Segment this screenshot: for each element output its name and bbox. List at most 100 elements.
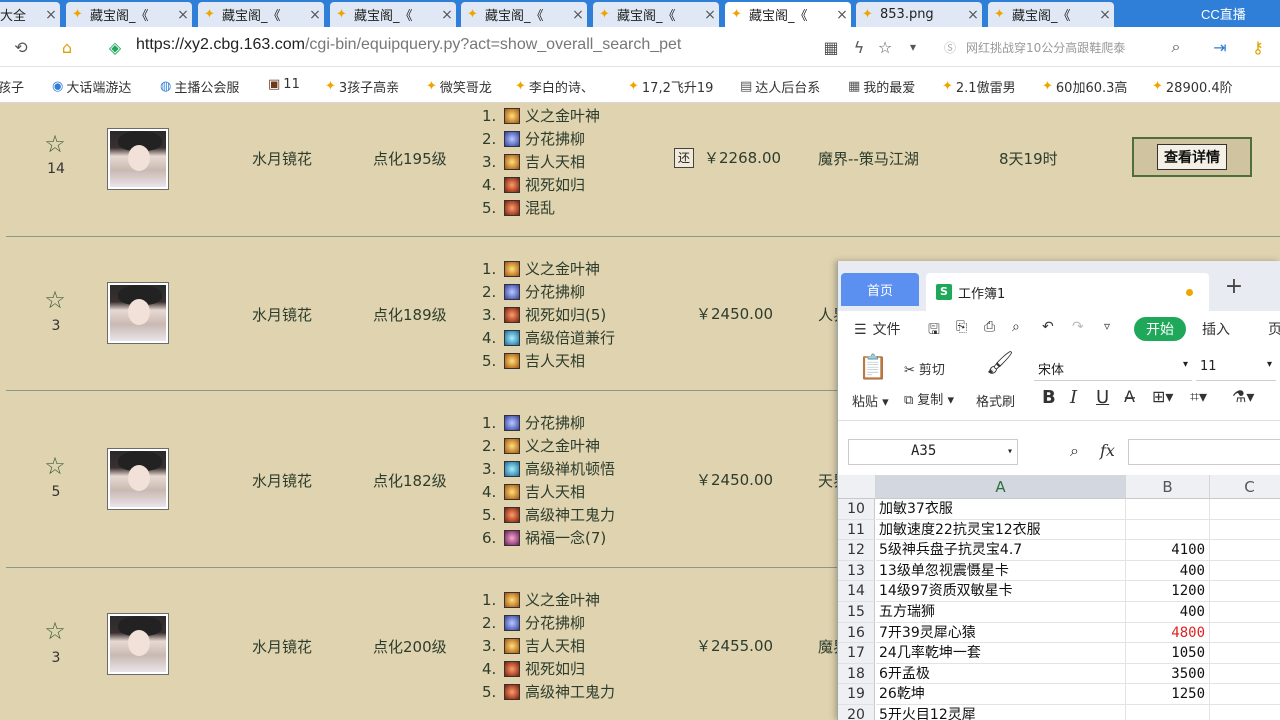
name-box[interactable]: A35 ▾ (848, 439, 1018, 465)
fx-icon[interactable]: fx (1100, 441, 1115, 460)
row-header[interactable]: 14 (838, 581, 875, 602)
strikethrough-icon[interactable]: A̶ (1124, 387, 1135, 406)
pet-avatar[interactable] (107, 448, 169, 510)
pet-avatar[interactable] (107, 128, 169, 190)
star-icon[interactable]: ☆ (874, 35, 896, 59)
font-family-select[interactable]: 宋体 ▾ (1034, 355, 1192, 381)
pet-avatar[interactable] (107, 613, 169, 675)
bookmark-item[interactable]: ▦ 我的最爱 (848, 77, 915, 96)
cell-b[interactable]: 400 (1126, 602, 1210, 623)
browser-tab[interactable]: ✦ 藏宝阁_《 × (593, 2, 719, 27)
paste-button[interactable]: 粘贴 ▾ (852, 391, 889, 410)
cell-c[interactable] (1210, 561, 1280, 582)
cell-c[interactable] (1210, 520, 1280, 541)
row-header[interactable]: 16 (838, 622, 875, 644)
format-painter-icon[interactable]: 🖌 (986, 351, 1014, 376)
row-header[interactable]: 18 (838, 663, 875, 685)
underline-button[interactable]: U (1096, 387, 1109, 408)
cell-a[interactable]: 14级97资质双敏星卡 (876, 581, 1126, 602)
close-icon[interactable]: × (964, 7, 982, 23)
tab-start[interactable]: 开始 (1134, 317, 1186, 341)
favorite-star-icon[interactable]: ☆ (42, 131, 68, 157)
cell-b[interactable] (1126, 499, 1210, 520)
save-icon[interactable]: 🖫 (928, 319, 940, 343)
tab-home[interactable]: 首页 (841, 273, 919, 306)
undo-icon[interactable]: ↶ (1042, 319, 1054, 335)
row-header[interactable]: 10 (838, 499, 875, 520)
cell-a[interactable]: 6开孟极 (876, 663, 1126, 685)
close-icon[interactable]: × (42, 7, 60, 23)
row-header[interactable]: 15 (838, 602, 875, 623)
browser-tab[interactable]: 大全 × (0, 2, 60, 27)
close-icon[interactable]: × (174, 7, 192, 23)
browser-tab[interactable]: ✦ 藏宝阁_《 × (988, 2, 1114, 27)
bookmark-item[interactable]: ✦ 60加60.3高 (1042, 77, 1127, 96)
bookmark-item[interactable]: ◉ 大话端游达 (52, 77, 131, 96)
close-icon[interactable]: × (569, 7, 587, 23)
column-header-a[interactable]: A (876, 475, 1126, 499)
tab-insert[interactable]: 插入 (1202, 319, 1230, 339)
browser-tab[interactable]: ✦ 藏宝阁_《 × (461, 2, 587, 27)
cell-a[interactable]: 7开39灵犀心猿 (876, 622, 1126, 644)
home-icon[interactable]: ⌂ (54, 35, 80, 59)
cell-c[interactable] (1210, 499, 1280, 520)
cell-c[interactable] (1210, 623, 1280, 644)
cell-a[interactable]: 五方瑞狮 (876, 602, 1126, 623)
bookmark-item[interactable]: ▤ 达人后台系 (740, 77, 820, 96)
cell-a[interactable]: 加敏37衣服 (876, 499, 1126, 520)
italic-button[interactable]: I (1070, 387, 1077, 408)
redo-icon[interactable]: ↷ (1072, 319, 1084, 335)
select-all-corner[interactable] (838, 475, 876, 499)
url-field[interactable]: https://xy2.cbg.163.com/cgi-bin/equipque… (136, 36, 681, 54)
cell-b[interactable]: 400 (1126, 560, 1210, 582)
bookmark-item[interactable]: ✦ 李白的诗、 (515, 77, 594, 96)
close-icon[interactable]: × (438, 7, 456, 23)
bookmark-item[interactable]: ✦ 28900.4阶 (1152, 77, 1233, 96)
favorite-star-icon[interactable]: ☆ (42, 453, 68, 479)
cell-a[interactable]: 13级单忽视震慑星卡 (876, 560, 1126, 582)
close-icon[interactable]: × (833, 7, 851, 23)
bookmark-item[interactable]: ✦ 微笑哥龙 (426, 77, 492, 96)
favorite-star-icon[interactable]: ☆ (42, 287, 68, 313)
cell-c[interactable] (1210, 705, 1280, 720)
flash-icon[interactable]: ϟ (848, 35, 870, 59)
cell-c[interactable] (1210, 664, 1280, 685)
search-field[interactable]: Ⓢ 网红挑战穿10公分高跟鞋爬泰 (944, 33, 1192, 61)
key-icon[interactable]: ⚷ (1246, 35, 1270, 59)
login-icon[interactable]: ⇥ (1208, 35, 1232, 59)
close-icon[interactable]: × (306, 7, 324, 23)
tab-page[interactable]: 页 (1268, 319, 1280, 339)
browser-tab[interactable]: ✦ 藏宝阁_《 × (330, 2, 456, 27)
cell-c[interactable] (1210, 540, 1280, 561)
export-icon[interactable]: ⎘ (956, 319, 967, 335)
bookmark-item[interactable]: ✦ 17,2飞升19 (628, 77, 713, 96)
cell-c[interactable] (1210, 643, 1280, 664)
cell-b[interactable]: 3500 (1126, 663, 1210, 685)
bookmark-item[interactable]: 孩子 (0, 77, 24, 96)
bookmark-item[interactable]: ✦ 3孩子高亲 (325, 77, 399, 96)
bookmark-item[interactable]: ✦ 2.1傲雷男 (942, 77, 1016, 96)
formula-input[interactable] (1128, 439, 1280, 465)
close-icon[interactable]: × (701, 7, 719, 23)
chevron-down-icon[interactable]: ▾ (902, 35, 924, 59)
cell-b[interactable] (1126, 705, 1210, 720)
cell-b[interactable]: 1050 (1126, 643, 1210, 664)
browser-tab-active[interactable]: ✦ 藏宝阁_《 × (725, 2, 851, 27)
zoom-icon[interactable]: ⌕ (1070, 441, 1079, 461)
cell-c[interactable] (1210, 581, 1280, 602)
cell-a[interactable]: 加敏速度22抗灵宝12衣服 (876, 519, 1126, 541)
cell-a[interactable]: 24几率乾坤一套 (876, 643, 1126, 664)
cell-b[interactable]: 1250 (1126, 684, 1210, 705)
cell-c[interactable] (1210, 602, 1280, 623)
close-icon[interactable]: × (1096, 7, 1114, 23)
chevron-down-icon[interactable]: ▿ (1104, 319, 1110, 333)
grid-icon[interactable]: ▦ (820, 35, 842, 59)
bookmark-item[interactable]: ▣ 11 (268, 77, 300, 92)
bold-button[interactable]: B (1042, 387, 1056, 408)
favorite-star-icon[interactable]: ☆ (42, 618, 68, 644)
cell-b[interactable] (1126, 519, 1210, 541)
pet-avatar[interactable] (107, 282, 169, 344)
cell-b[interactable]: 4800 (1126, 622, 1210, 644)
new-tab-button[interactable]: + (1222, 276, 1246, 300)
row-header[interactable]: 11 (838, 519, 875, 541)
